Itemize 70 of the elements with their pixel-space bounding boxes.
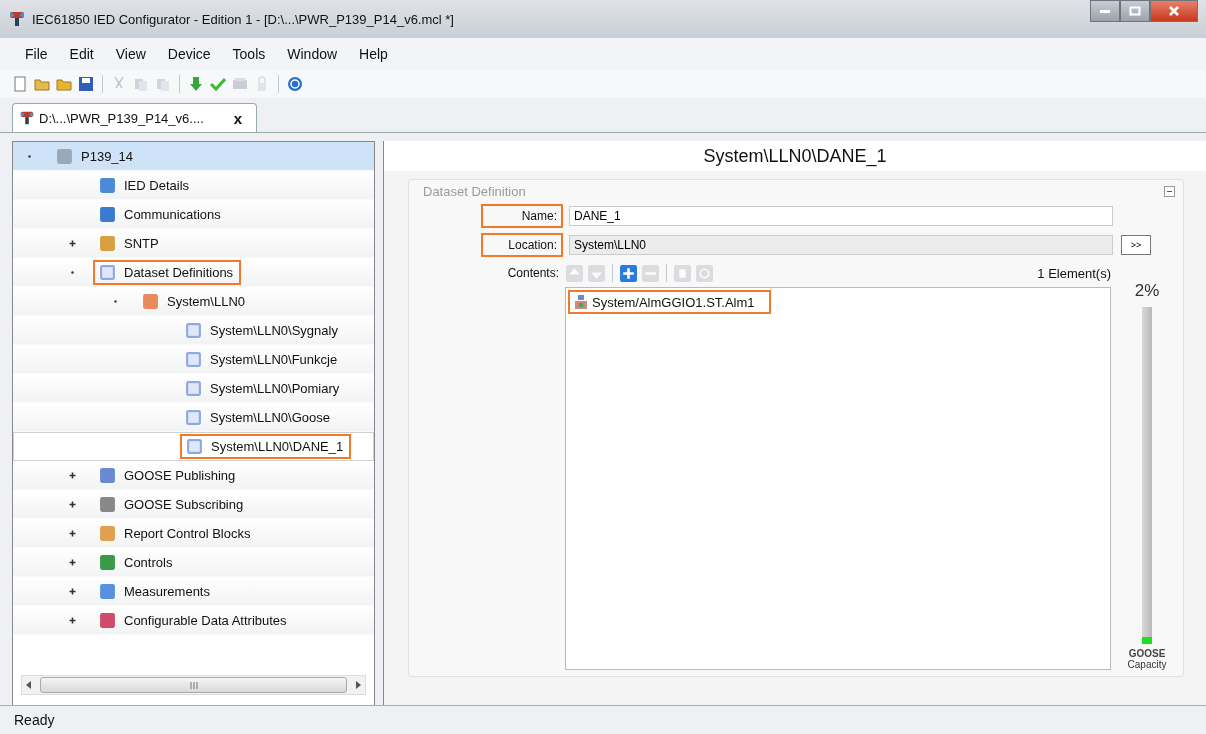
document-tab[interactable]: D:\...\PWR_P139_P14_v6.... x [12, 103, 258, 132]
maximize-button[interactable] [1120, 0, 1150, 22]
maximize-icon [1129, 6, 1141, 16]
open-icon[interactable] [34, 76, 50, 92]
expander-icon[interactable] [68, 557, 77, 567]
document-icon [185, 321, 202, 339]
node-icon [99, 582, 116, 600]
check-icon[interactable] [210, 76, 226, 92]
field-label: Name: [481, 203, 563, 228]
node-icon [99, 205, 116, 223]
tree-item[interactable]: System\LLN0\DANE_1 [13, 432, 374, 461]
menu-item[interactable]: Tools [221, 46, 277, 62]
expander-icon[interactable] [68, 586, 77, 596]
document-icon [185, 408, 202, 426]
document-icon [186, 438, 203, 455]
minimize-button[interactable] [1090, 0, 1120, 22]
save-icon[interactable] [78, 76, 94, 92]
expander-icon[interactable] [68, 528, 77, 538]
menu-item[interactable]: Edit [58, 46, 105, 62]
document-icon [99, 263, 116, 281]
expander-icon[interactable] [68, 499, 77, 509]
tree-item[interactable]: P139_14 [13, 142, 374, 171]
contents-list[interactable]: System/AlmGGIO1.ST.Alm1 [565, 287, 1111, 670]
download-icon[interactable] [188, 76, 204, 92]
node-icon [99, 176, 116, 194]
status-text: Ready [14, 712, 55, 728]
menu-item[interactable]: Device [156, 46, 222, 62]
horizontal-scrollbar[interactable] [21, 675, 366, 695]
document-icon [185, 379, 202, 397]
node-icon [142, 292, 159, 310]
app-icon [8, 10, 26, 28]
field-label: Location: [481, 232, 563, 257]
window-title: IEC61850 IED Configurator - Edition 1 - [D:\...\PWR_P139_P14_v6.mcl *] [32, 11, 454, 27]
node-icon [574, 294, 588, 310]
app-icon [19, 110, 35, 126]
minimize-icon [1099, 8, 1111, 14]
help-icon[interactable] [287, 76, 303, 92]
node-icon [99, 466, 116, 484]
left-arrow-icon[interactable] [26, 681, 32, 689]
node-icon [99, 234, 116, 252]
node-icon [99, 611, 116, 629]
folder-icon[interactable] [56, 76, 72, 92]
panel-heading: System\LLN0\DANE_1 [384, 141, 1206, 171]
field-label: Contents: [506, 266, 559, 280]
list-item[interactable]: System/AlmGGIO1.ST.Alm1 [568, 290, 771, 314]
node-icon [99, 495, 116, 513]
node-icon [99, 553, 116, 571]
collapse-icon[interactable] [1164, 186, 1175, 197]
right-arrow-icon[interactable] [355, 681, 361, 689]
grip-icon [188, 681, 199, 689]
capacity-reading: 2% [1134, 281, 1160, 301]
meter-label: Capacity [1127, 659, 1167, 670]
element-count: 1 Element(s) [1037, 265, 1111, 281]
meter-label: GOOSE [1128, 648, 1166, 659]
menu-item[interactable]: File [14, 46, 59, 62]
node-icon [56, 147, 73, 165]
expander-icon[interactable] [68, 615, 77, 625]
close-icon [1168, 5, 1180, 17]
close-button[interactable] [1150, 0, 1198, 22]
menu-item[interactable]: Help [348, 46, 399, 62]
add-icon[interactable] [620, 264, 637, 282]
expander-icon[interactable] [68, 238, 77, 248]
name-field[interactable]: DANE_1 [569, 205, 1113, 226]
group-title: Dataset Definition [423, 184, 526, 199]
menu-item[interactable]: Window [276, 46, 349, 62]
document-icon [185, 350, 202, 368]
node-icon [99, 524, 116, 542]
menu-item[interactable]: View [104, 46, 157, 62]
tree-item[interactable]: Dataset Definitions [13, 258, 374, 287]
expander-icon[interactable] [68, 470, 77, 480]
